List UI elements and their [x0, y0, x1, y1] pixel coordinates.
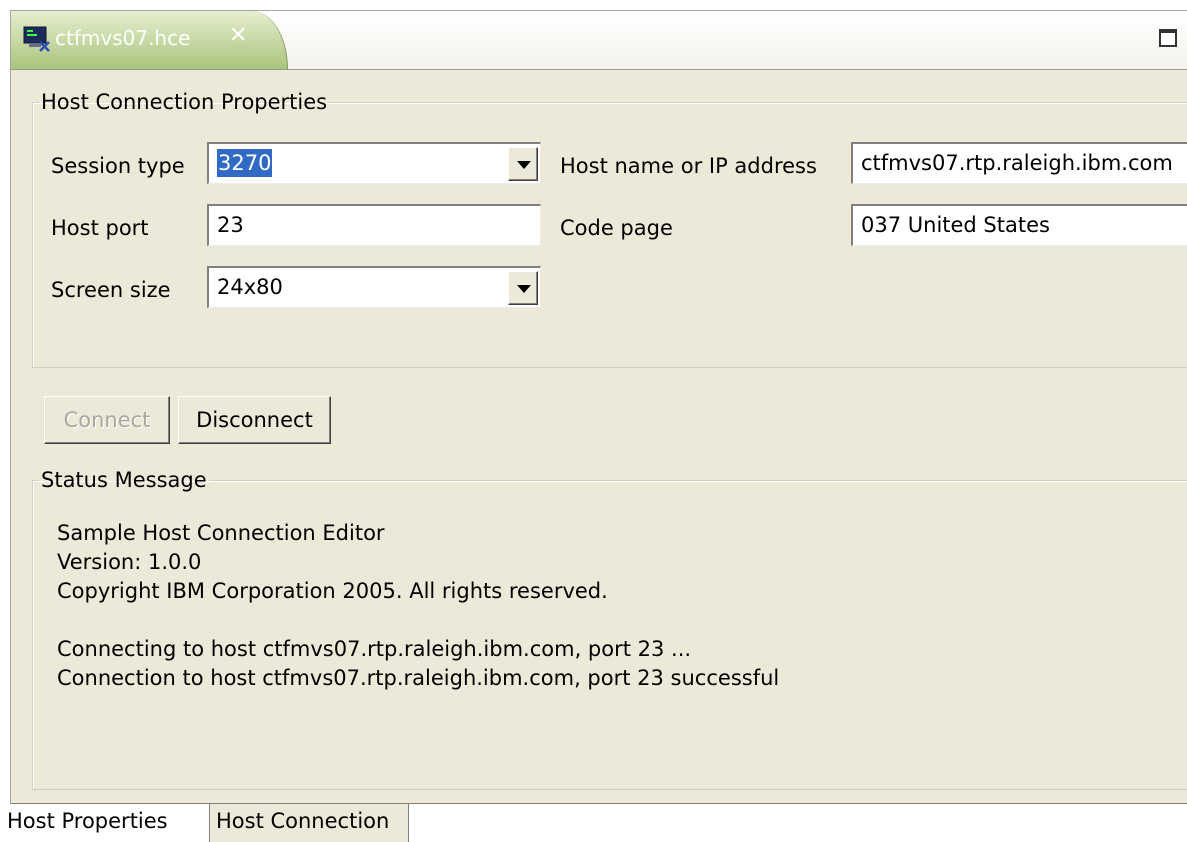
screen-size-label: Screen size	[51, 278, 171, 302]
session-type-label: Session type	[51, 154, 185, 178]
group-legend: Host Connection Properties	[41, 90, 328, 114]
close-icon[interactable]: ✕	[229, 23, 247, 48]
session-type-value: 3270	[217, 149, 273, 177]
terminal-icon	[23, 26, 50, 52]
host-name-input[interactable]: ctfmvs07.rtp.raleigh.ibm.com	[851, 142, 1187, 184]
code-page-select[interactable]: 037 United States	[851, 204, 1187, 246]
editor-content: Host Connection Properties Session type …	[11, 70, 1187, 802]
status-line: Version: 1.0.0	[57, 550, 202, 574]
host-port-input[interactable]: 23	[207, 204, 541, 246]
host-name-label: Host name or IP address	[560, 154, 817, 178]
status-line: Connecting to host ctfmvs07.rtp.raleigh.…	[57, 637, 692, 661]
maximize-icon[interactable]	[1159, 29, 1177, 47]
editor-tab[interactable]: ctfmvs07.hce ✕	[11, 11, 288, 69]
host-connection-editor: ctfmvs07.hce ✕ Host Connection Propertie…	[1, 10, 1187, 842]
editor-tab-title: ctfmvs07.hce	[55, 26, 191, 50]
code-page-label: Code page	[560, 216, 673, 240]
status-message-group: Status Message	[32, 470, 1187, 790]
tab-host-properties[interactable]: Host Properties	[1, 804, 210, 842]
editor-tab-bar: ctfmvs07.hce ✕	[11, 11, 1187, 70]
editor-page-tabs: Host Properties Host Connection	[1, 803, 1187, 842]
group-legend: Status Message	[41, 468, 207, 492]
status-line: Sample Host Connection Editor	[57, 521, 385, 545]
host-port-label: Host port	[51, 216, 149, 240]
screen-size-select[interactable]: 24x80	[207, 266, 541, 308]
status-line: Connection to host ctfmvs07.rtp.raleigh.…	[57, 666, 780, 690]
session-type-select[interactable]: 3270	[207, 142, 541, 184]
screen-size-value: 24x80	[217, 275, 283, 299]
connect-button[interactable]: Connect	[44, 396, 170, 444]
disconnect-button[interactable]: Disconnect	[178, 396, 331, 444]
chevron-down-icon[interactable]	[508, 147, 538, 181]
chevron-down-icon[interactable]	[508, 271, 538, 305]
status-line: Copyright IBM Corporation 2005. All righ…	[57, 579, 608, 603]
tab-host-connection[interactable]: Host Connection	[210, 804, 409, 842]
